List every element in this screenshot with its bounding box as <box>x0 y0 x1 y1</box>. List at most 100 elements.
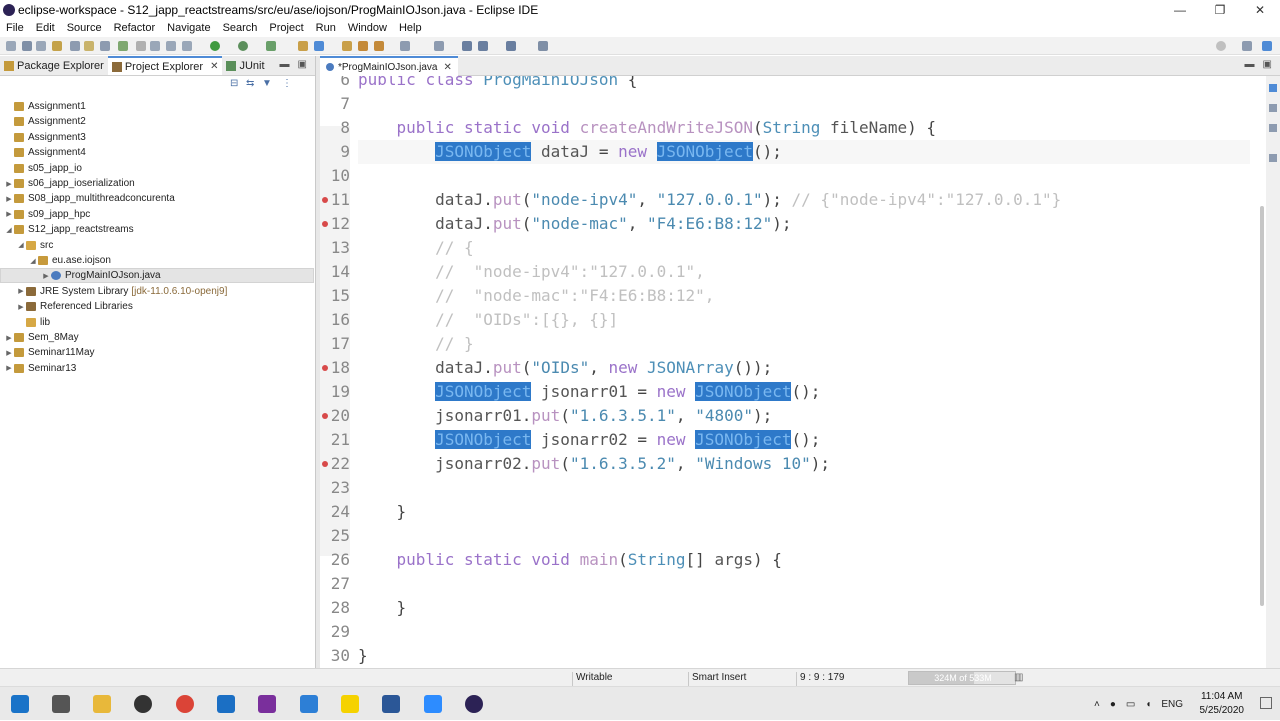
menu-source[interactable]: Source <box>61 22 108 34</box>
tree-item[interactable]: ▶ Seminar11May <box>0 345 314 360</box>
toggle-icon[interactable] <box>100 41 110 51</box>
code-line[interactable]: 9 JSONObject dataJ = new JSONObject(); <box>320 140 1250 164</box>
search-tool-icon[interactable] <box>374 41 384 51</box>
menu-file[interactable]: File <box>0 22 30 34</box>
new-icon[interactable] <box>6 41 16 51</box>
editor-scrollbar[interactable] <box>1260 206 1264 606</box>
save-icon[interactable] <box>22 41 32 51</box>
code-line[interactable]: 29 <box>320 620 1250 644</box>
network-icon[interactable]: ▭ <box>1126 699 1135 710</box>
close-icon[interactable]: ✕ <box>444 62 452 73</box>
pin-icon[interactable] <box>538 41 548 51</box>
search-icon[interactable] <box>1216 41 1226 51</box>
code-line[interactable]: 17 // } <box>320 332 1250 356</box>
run-icon[interactable] <box>210 41 220 51</box>
windows-start-icon[interactable] <box>11 695 29 713</box>
tree-item[interactable]: ▶ JRE System Library [jdk-11.0.6.10-openj9… <box>0 284 314 299</box>
expand-arrow-icon[interactable]: ▶ <box>4 195 14 203</box>
code-line[interactable]: 27 <box>320 572 1250 596</box>
editor-tab-progmainiojson[interactable]: *ProgMainIOJson.java ✕ <box>320 56 458 76</box>
save-all-icon[interactable] <box>36 41 46 51</box>
suspend-icon[interactable] <box>136 41 146 51</box>
new-java-project-icon[interactable] <box>298 41 308 51</box>
perspective-icon[interactable] <box>1242 41 1252 51</box>
code-line[interactable]: 22 jsonarr02.put("1.6.3.5.2", "Windows 1… <box>320 452 1250 476</box>
tree-item[interactable]: ▶ Seminar13 <box>0 361 314 376</box>
minimize-editor-icon[interactable]: ▬ <box>1245 59 1255 70</box>
expand-arrow-icon[interactable]: ▶ <box>4 180 14 188</box>
code-line[interactable]: 19 JSONObject jsonarr01 = new JSONObject… <box>320 380 1250 404</box>
task-view-icon[interactable] <box>52 695 70 713</box>
tree-item[interactable]: Assignment4 <box>0 145 314 160</box>
menu-navigate[interactable]: Navigate <box>161 22 216 34</box>
outline-icon[interactable] <box>1269 84 1277 92</box>
java-perspective-icon[interactable] <box>1262 41 1272 51</box>
step-icon[interactable] <box>166 41 176 51</box>
code-line[interactable]: 15 // "node-mac":"F4:E6:B8:12", <box>320 284 1250 308</box>
code-line[interactable]: 26 public static void main(String[] args… <box>320 548 1250 572</box>
coverage-icon[interactable] <box>266 41 276 51</box>
tree-item[interactable]: s05_japp_io <box>0 161 314 176</box>
code-line[interactable]: 18 dataJ.put("OIDs", new JSONArray()); <box>320 356 1250 380</box>
minimize-button[interactable]: — <box>1160 0 1200 20</box>
menu-project[interactable]: Project <box>263 22 309 34</box>
tree-item[interactable]: Assignment2 <box>0 114 314 129</box>
expand-arrow-icon[interactable]: ◢ <box>28 257 38 265</box>
code-line[interactable]: 23 <box>320 476 1250 500</box>
language-indicator[interactable]: ENG <box>1161 699 1183 710</box>
next-annotation-icon[interactable] <box>434 41 444 51</box>
microphone-icon[interactable]: ● <box>1110 699 1116 710</box>
stop-icon[interactable] <box>150 41 160 51</box>
menu-search[interactable]: Search <box>217 22 264 34</box>
link-editor-icon[interactable]: ⇆ <box>246 78 254 89</box>
run-config-icon[interactable] <box>238 41 248 51</box>
word-icon[interactable] <box>382 695 400 713</box>
build-icon[interactable] <box>52 41 62 51</box>
tab-project-explorer[interactable]: Project Explorer ✕ <box>107 56 223 75</box>
tree-item[interactable]: ◢ S12_japp_reactstreams <box>0 222 314 237</box>
filter-icon[interactable]: ▼ <box>262 78 272 89</box>
code-line[interactable]: 14 // "node-ipv4":"127.0.0.1", <box>320 260 1250 284</box>
code-line[interactable]: 25 <box>320 524 1250 548</box>
last-edit-icon[interactable] <box>506 41 516 51</box>
obs-icon[interactable] <box>134 695 152 713</box>
tree-item[interactable]: ▶ s06_japp_ioserialization <box>0 176 314 191</box>
view-menu-icon[interactable]: ⋮ <box>282 78 292 89</box>
back-icon[interactable] <box>462 41 472 51</box>
expand-arrow-icon[interactable]: ▶ <box>4 334 14 342</box>
expand-arrow-icon[interactable]: ▶ <box>4 349 14 357</box>
menu-refactor[interactable]: Refactor <box>108 22 162 34</box>
skip-breakpoints-icon[interactable] <box>84 41 94 51</box>
code-line[interactable]: 28 } <box>320 596 1250 620</box>
tree-item[interactable]: ◢ src <box>0 238 314 253</box>
tree-item[interactable]: ◢ eu.ase.iojson <box>0 253 314 268</box>
annotation-icon[interactable] <box>400 41 410 51</box>
collapse-all-icon[interactable]: ⊟ <box>230 78 238 89</box>
forward-icon[interactable] <box>478 41 488 51</box>
tree-item[interactable]: Assignment3 <box>0 130 314 145</box>
menu-run[interactable]: Run <box>310 22 342 34</box>
zoom-icon[interactable] <box>424 695 442 713</box>
code-line[interactable]: 10 <box>320 164 1250 188</box>
file-explorer-icon[interactable] <box>93 695 111 713</box>
close-icon[interactable]: ✕ <box>210 61 218 72</box>
menu-help[interactable]: Help <box>393 22 428 34</box>
expand-arrow-icon[interactable]: ◢ <box>16 241 26 249</box>
step-over-icon[interactable] <box>182 41 192 51</box>
volume-icon[interactable]: ◖ <box>1145 699 1151 710</box>
outlook-icon[interactable] <box>217 695 235 713</box>
todo-icon[interactable] <box>300 695 318 713</box>
terminal-icon[interactable] <box>70 41 80 51</box>
heap-status[interactable]: 324M of 533M <box>908 671 1016 685</box>
tab-junit[interactable]: JUnit <box>222 56 268 75</box>
code-line[interactable]: 16 // "OIDs":[{}, {}] <box>320 308 1250 332</box>
expand-arrow-icon[interactable]: ▶ <box>4 364 14 372</box>
expand-arrow-icon[interactable]: ▶ <box>41 272 51 280</box>
maximize-editor-icon[interactable]: ▣ <box>1263 59 1272 70</box>
expand-arrow-icon[interactable]: ▶ <box>4 210 14 218</box>
code-editor[interactable]: 6 public class ProgMainIOJson {7 8 public … <box>320 76 1250 668</box>
code-line[interactable]: 7 <box>320 92 1250 116</box>
minimize-panel-icon[interactable]: ▬ <box>280 59 290 70</box>
new-class-icon[interactable] <box>342 41 352 51</box>
code-line[interactable]: 11 dataJ.put("node-ipv4", "127.0.0.1"); … <box>320 188 1250 212</box>
